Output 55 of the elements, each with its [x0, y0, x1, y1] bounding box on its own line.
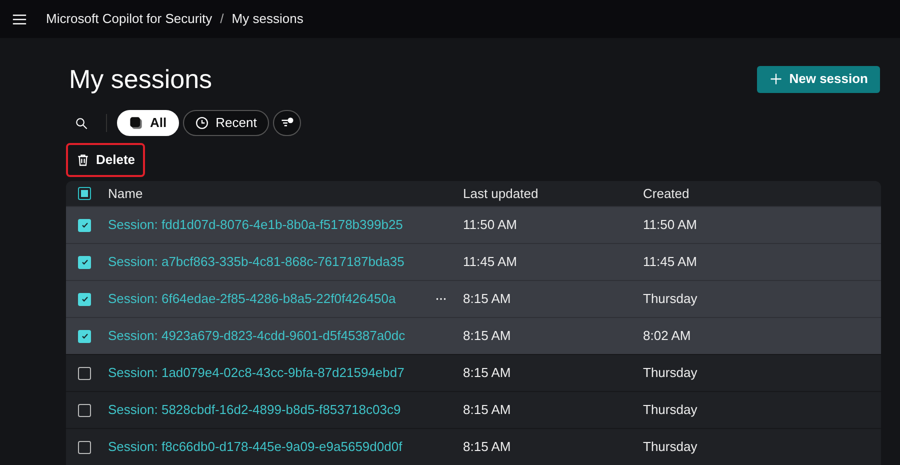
table-cell: Thursday [643, 439, 698, 454]
row-checkbox[interactable] [78, 366, 91, 380]
menu-icon [12, 12, 27, 26]
breadcrumb-separator: / [220, 10, 224, 28]
breadcrumb-item[interactable]: My sessions [232, 9, 304, 29]
stack-icon [129, 116, 143, 130]
filter-button[interactable] [272, 110, 301, 136]
column-header[interactable]: Created [643, 186, 690, 201]
clock-icon [194, 116, 209, 130]
trash-icon [76, 153, 90, 167]
table-cell: Thursday [643, 402, 698, 418]
table-cell: 8:02 AM [643, 328, 691, 344]
table-row[interactable]: Session: fdd1d07d-8076-4e1b-8b0a-f5178b399b25 11:50 AM 11:50 AM [66, 206, 881, 243]
breadcrumb-item[interactable]: Microsoft Copilot for Security [46, 9, 212, 29]
table-cell: 8:15 AM [463, 402, 511, 418]
select-all-checkbox[interactable] [78, 187, 91, 200]
row-checkbox[interactable] [78, 330, 91, 342]
row-checkbox[interactable] [78, 256, 91, 268]
table-cell: Thursday [643, 365, 698, 380]
delete-button[interactable]: Delete [66, 143, 146, 177]
session-link[interactable]: Session: 5828cbdf-16d2-4899-b8d5-f853718c03c9 [108, 400, 401, 420]
row-checkbox[interactable] [78, 292, 91, 306]
page-title: My sessions [69, 63, 212, 96]
row-checkbox[interactable] [78, 218, 91, 232]
table-row[interactable]: Session: 4923a679-d823-4cdd-9601-d5f45387a0dc 8:15 AM 8:02 AM [66, 317, 881, 354]
filter-tab[interactable]: All [117, 110, 179, 136]
check-icon [80, 294, 90, 304]
session-link[interactable]: Session: f8c66db0-d178-445e-9a09-e9a5659d0d0f [108, 437, 402, 457]
table-cell: 8:15 AM [463, 328, 511, 344]
new-session-button[interactable]: New session [757, 66, 880, 92]
session-link[interactable]: Session: fdd1d07d-8076-4e1b-8b0a-f5178b399b25 [108, 215, 403, 235]
session-link[interactable]: Session: a7bcf863-335b-4c81-868c-7617187bda35 [108, 252, 404, 272]
table-cell: 11:50 AM [643, 217, 697, 232]
table-cell: 11:45 AM [463, 254, 517, 270]
table-cell: 8:15 AM [463, 291, 511, 306]
table-cell: 11:50 AM [463, 217, 517, 232]
plus-icon [769, 72, 784, 86]
check-icon [80, 257, 90, 267]
table-cell: 11:45 AM [643, 254, 697, 270]
table-cell: 8:15 AM [463, 365, 511, 380]
session-link[interactable]: Session: 4923a679-d823-4cdd-9601-d5f45387a0dc [108, 326, 406, 346]
check-icon [80, 331, 90, 341]
row-checkbox[interactable] [78, 440, 91, 454]
column-header[interactable]: Name [108, 186, 143, 201]
filter-tab[interactable]: Recent [182, 110, 269, 136]
session-link[interactable]: Session: 6f64edae-2f85-4286-b8a5-22f0f426450a [108, 289, 396, 309]
table-row[interactable]: Session: 6f64edae-2f85-4286-b8a5-22f0f426450a 8:15 AM Thursday [66, 280, 881, 317]
column-header[interactable]: Last updated [463, 186, 538, 201]
session-link[interactable]: Session: 1ad079e4-02c8-43cc-9bfa-87d21594ebd7 [108, 363, 404, 383]
table-cell: 8:15 AM [463, 439, 511, 454]
table-cell: Thursday [643, 291, 698, 306]
search-icon [74, 116, 88, 130]
row-checkbox[interactable] [78, 404, 91, 416]
table-row[interactable]: Session: a7bcf863-335b-4c81-868c-7617187bda35 11:45 AM 11:45 AM [66, 243, 881, 280]
check-icon [80, 220, 90, 230]
